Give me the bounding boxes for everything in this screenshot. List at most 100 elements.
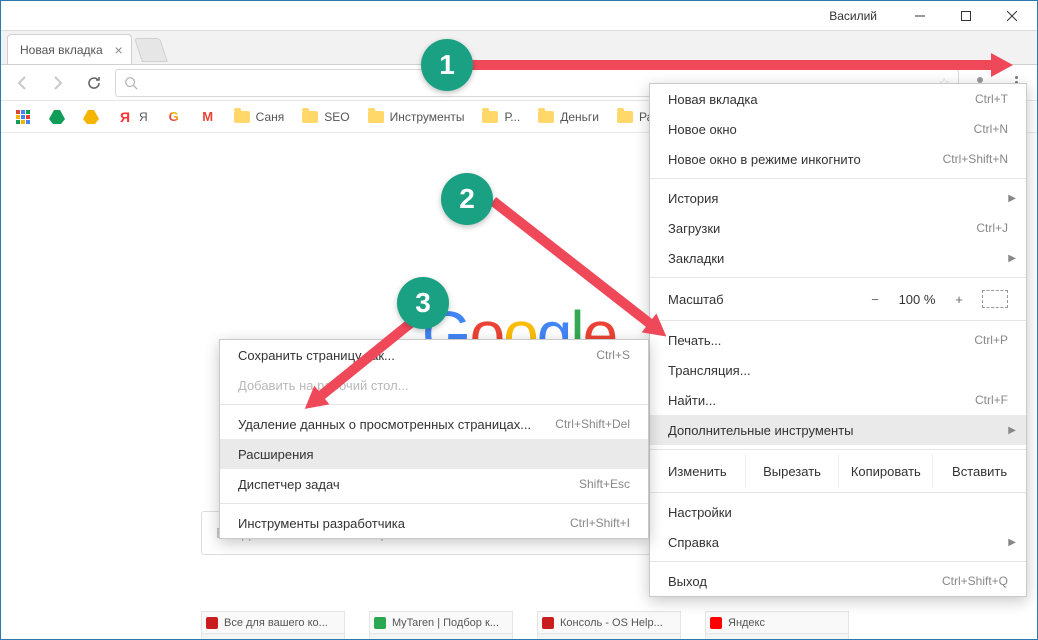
menu-item[interactable]: Настройки bbox=[650, 497, 1026, 527]
menu-item[interactable]: Печать... Ctrl+P bbox=[650, 325, 1026, 355]
bookmark-item[interactable]: ЯЯ bbox=[111, 107, 154, 127]
thumbnail[interactable]: Яндекс bbox=[705, 611, 849, 640]
more-tools-submenu: Сохранить страницу как...Ctrl+SДобавить … bbox=[219, 339, 649, 539]
menu-item[interactable]: Справка ▶ bbox=[650, 527, 1026, 557]
thumb-label: Все для вашего ко... bbox=[224, 617, 328, 629]
thumbnail[interactable]: MyTaren | Подбор к... bbox=[369, 611, 513, 640]
zoom-out-button[interactable]: − bbox=[860, 292, 890, 307]
menu-item-label: Дополнительные инструменты bbox=[668, 423, 854, 438]
new-tab-button[interactable] bbox=[134, 38, 168, 62]
menu-item[interactable]: Удаление данных о просмотренных страница… bbox=[220, 409, 648, 439]
menu-item-shortcut: Ctrl+Shift+Del bbox=[555, 417, 630, 431]
thumb-label: Яндекс bbox=[728, 617, 765, 629]
menu-item-label: Справка bbox=[668, 535, 719, 550]
menu-item-shortcut: Ctrl+S bbox=[596, 348, 630, 362]
menu-item[interactable]: ВыходCtrl+Shift+Q bbox=[650, 566, 1026, 596]
bookmark-icon bbox=[302, 109, 318, 125]
menu-item-label: Загрузки bbox=[668, 221, 720, 236]
back-button[interactable] bbox=[7, 68, 37, 98]
bookmark-item[interactable] bbox=[9, 107, 37, 127]
menu-item[interactable]: Дополнительные инструменты▶ bbox=[650, 415, 1026, 445]
bookmark-label: Я bbox=[139, 110, 148, 124]
bookmark-icon bbox=[617, 109, 633, 125]
zoom-in-button[interactable]: + bbox=[944, 292, 974, 307]
browser-window: Василий Новая вкладка × ☆ bbox=[0, 0, 1038, 640]
menu-separator bbox=[220, 503, 648, 504]
annotation-callout-1: 1 bbox=[421, 39, 473, 91]
menu-item[interactable]: Новое окно в режиме инкогнитоCtrl+Shift+… bbox=[650, 144, 1026, 174]
thumbnail[interactable]: Все для вашего ко... bbox=[201, 611, 345, 640]
menu-item-shortcut: Ctrl+F bbox=[975, 393, 1008, 407]
menu-item[interactable]: Сохранить страницу как...Ctrl+S bbox=[220, 340, 648, 370]
menu-item-shortcut: Ctrl+P bbox=[974, 333, 1008, 347]
menu-item[interactable]: Диспетчер задач Shift+Esc bbox=[220, 469, 648, 499]
menu-item[interactable]: Найти...Ctrl+F bbox=[650, 385, 1026, 415]
menu-item: Добавить на рабочий стол... bbox=[220, 370, 648, 400]
menu-item[interactable]: Расширения bbox=[220, 439, 648, 469]
copy-button[interactable]: Копировать bbox=[838, 454, 932, 488]
menu-item[interactable]: Загрузки Ctrl+J bbox=[650, 213, 1026, 243]
menu-item-shortcut: Ctrl+N bbox=[974, 122, 1008, 136]
bookmark-item[interactable]: Инструменты bbox=[362, 107, 471, 127]
menu-item[interactable]: Новое окноCtrl+N bbox=[650, 114, 1026, 144]
menu-item-label: Инструменты разработчика bbox=[238, 516, 405, 531]
reload-button[interactable] bbox=[79, 68, 109, 98]
menu-item-shortcut: Ctrl+J bbox=[976, 221, 1008, 235]
paste-button[interactable]: Вставить bbox=[932, 454, 1026, 488]
submenu-arrow-icon: ▶ bbox=[1008, 253, 1016, 264]
menu-item[interactable]: Новая вкладкаCtrl+T bbox=[650, 84, 1026, 114]
bookmark-item[interactable] bbox=[77, 107, 105, 127]
bookmark-item[interactable]: SEO bbox=[296, 107, 355, 127]
menu-item-label: Выход bbox=[668, 574, 707, 589]
menu-item[interactable]: История ▶ bbox=[650, 183, 1026, 213]
menu-item-shortcut: Shift+Esc bbox=[579, 477, 630, 491]
menu-separator bbox=[650, 492, 1026, 493]
thumb-label: MyTaren | Подбор к... bbox=[392, 617, 499, 629]
menu-item-shortcut: Ctrl+Shift+N bbox=[943, 152, 1008, 166]
annotation-callout-2: 2 bbox=[441, 173, 493, 225]
bookmark-icon bbox=[83, 109, 99, 125]
menu-item-label: Удаление данных о просмотренных страница… bbox=[238, 417, 531, 432]
bookmark-icon bbox=[15, 109, 31, 125]
zoom-value: 100 % bbox=[890, 292, 944, 307]
bookmark-icon bbox=[368, 109, 384, 125]
thumbnail[interactable]: Консоль - OS Help... bbox=[537, 611, 681, 640]
search-icon bbox=[124, 76, 138, 90]
menu-item-label: Новая вкладка bbox=[668, 92, 758, 107]
bookmark-icon bbox=[482, 109, 498, 125]
menu-item-label: Печать... bbox=[668, 333, 721, 348]
close-button[interactable] bbox=[989, 1, 1035, 31]
cut-button[interactable]: Вырезать bbox=[745, 454, 839, 488]
menu-separator bbox=[650, 561, 1026, 562]
bookmark-item[interactable]: Р... bbox=[476, 107, 526, 127]
bookmark-item[interactable]: G bbox=[160, 107, 188, 127]
forward-button[interactable] bbox=[43, 68, 73, 98]
menu-item[interactable]: Трансляция... bbox=[650, 355, 1026, 385]
menu-item-label: Диспетчер задач bbox=[238, 477, 340, 492]
bookmark-item[interactable]: Деньги bbox=[532, 107, 605, 127]
edit-label: Изменить bbox=[650, 464, 745, 479]
maximize-button[interactable] bbox=[943, 1, 989, 31]
menu-item[interactable]: Закладки ▶ bbox=[650, 243, 1026, 273]
menu-item[interactable]: Инструменты разработчикаCtrl+Shift+I bbox=[220, 508, 648, 538]
menu-item-label: История bbox=[668, 191, 718, 206]
submenu-arrow-icon: ▶ bbox=[1008, 537, 1016, 548]
bookmark-icon bbox=[234, 109, 250, 125]
bookmark-item[interactable] bbox=[43, 107, 71, 127]
menu-item-zoom: Масштаб−100 %+ bbox=[650, 282, 1026, 316]
minimize-button[interactable] bbox=[897, 1, 943, 31]
menu-separator bbox=[650, 449, 1026, 450]
menu-item-label: Настройки bbox=[668, 505, 732, 520]
bookmark-label: Саня bbox=[256, 110, 285, 124]
submenu-arrow-icon: ▶ bbox=[1008, 193, 1016, 204]
tab-new-tab[interactable]: Новая вкладка × bbox=[7, 34, 132, 64]
menu-item-label: Закладки bbox=[668, 251, 724, 266]
bookmark-item[interactable]: M bbox=[194, 107, 222, 127]
user-name: Василий bbox=[829, 9, 877, 23]
bookmark-item[interactable]: Саня bbox=[228, 107, 291, 127]
menu-item-edit: ИзменитьВырезатьКопироватьВставить bbox=[650, 454, 1026, 488]
fullscreen-button[interactable] bbox=[982, 290, 1008, 308]
bookmark-label: Инструменты bbox=[390, 110, 465, 124]
tab-close-icon[interactable]: × bbox=[115, 42, 123, 58]
thumbnail-grid: Все для вашего ко... MyTaren | Подбор к..… bbox=[201, 611, 849, 640]
